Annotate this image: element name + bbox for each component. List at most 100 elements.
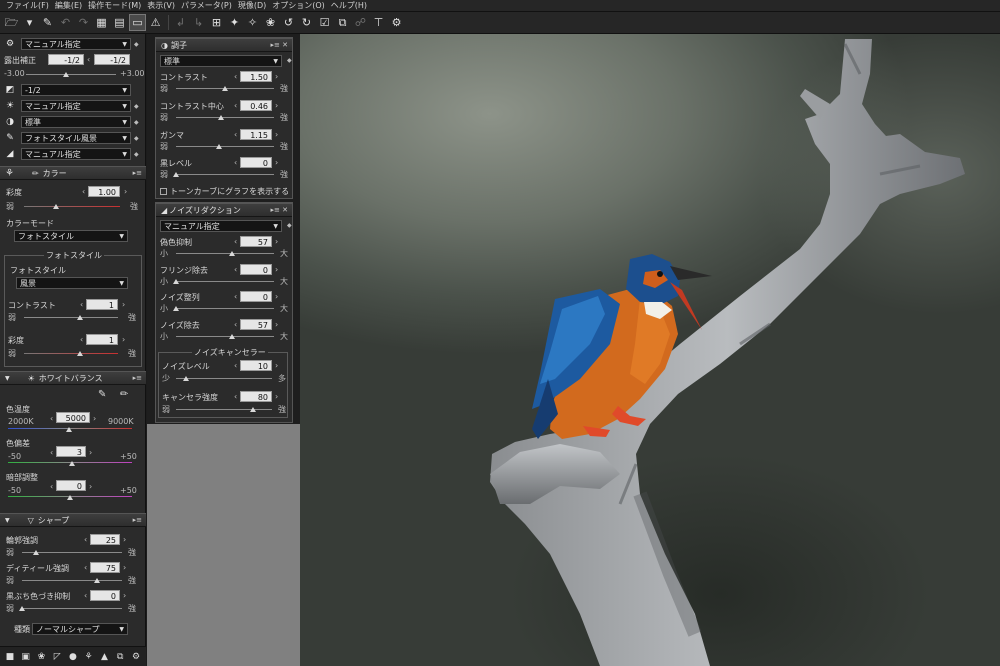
- canceller-strength-thumb[interactable]: [249, 407, 256, 412]
- tone-preset-dropdown[interactable]: 標準 ▼: [160, 55, 282, 67]
- tone-contrast-arrow-icon[interactable]: ‹: [234, 72, 237, 81]
- noise-level-arrow-icon[interactable]: ‹: [234, 361, 237, 370]
- noise-remove-arrow-right-icon[interactable]: ›: [275, 320, 278, 329]
- panel-close-icon[interactable]: ▸≡ ✕: [271, 206, 288, 214]
- lens-icon[interactable]: ▲: [97, 650, 111, 664]
- preset-dropdown[interactable]: マニュアル指定 ▼: [21, 38, 131, 50]
- style-contrast-arrow-icon[interactable]: ‹: [80, 300, 83, 309]
- false-color-thumb[interactable]: [228, 251, 235, 256]
- style-saturation-arrow-icon[interactable]: ‹: [80, 335, 83, 344]
- noise-level-value[interactable]: 10: [240, 360, 272, 371]
- color-panel-header[interactable]: ⚘ ✏ カラー ▸≡: [0, 166, 146, 180]
- panel-menu-icon[interactable]: ▸≡: [133, 516, 142, 524]
- black-level-arrow-icon[interactable]: ‹: [234, 158, 237, 167]
- open-icon[interactable]: 🗁: [3, 14, 20, 31]
- panel-menu-icon[interactable]: ▸≡: [133, 374, 142, 382]
- dust-icon[interactable]: ✧: [244, 14, 261, 31]
- exposure-arrow-icon[interactable]: ‹: [87, 55, 90, 64]
- saturation-thumb[interactable]: [52, 204, 59, 209]
- style-saturation-arrow-right-icon[interactable]: ›: [122, 335, 125, 344]
- contrast-center-value[interactable]: 0.46: [240, 100, 272, 111]
- nr-fringe-arrow-icon[interactable]: ‹: [234, 265, 237, 274]
- fringe-arrow-icon[interactable]: ‹: [84, 591, 87, 600]
- pin-icon[interactable]: ◆: [134, 135, 139, 142]
- black-level-value[interactable]: 0: [240, 157, 272, 168]
- temp-thumb[interactable]: [65, 427, 72, 432]
- menu-file[interactable]: ファイル(F): [3, 0, 52, 11]
- exposure-thumb[interactable]: [62, 72, 69, 77]
- tone-dropdown[interactable]: 標準 ▼: [21, 116, 131, 128]
- color-icon[interactable]: ❀: [34, 650, 48, 664]
- canceller-strength-arrow-right-icon[interactable]: ›: [275, 392, 278, 401]
- magic-wand-icon[interactable]: ✦: [226, 14, 243, 31]
- noise-shape-arrow-right-icon[interactable]: ›: [275, 292, 278, 301]
- style-dropdown[interactable]: フォトスタイル風景 ▼: [21, 132, 131, 144]
- nr-fringe-arrow-right-icon[interactable]: ›: [275, 265, 278, 274]
- pin-icon[interactable]: ◆: [134, 41, 139, 48]
- pin-icon[interactable]: ◆: [287, 222, 292, 229]
- fringe-thumb[interactable]: [19, 606, 25, 611]
- style-saturation-thumb[interactable]: [77, 351, 84, 356]
- rotate-left-icon[interactable]: ↲: [172, 14, 189, 31]
- style-contrast-thumb[interactable]: [77, 315, 84, 320]
- pin-icon[interactable]: ◆: [287, 57, 292, 64]
- filmstrip-view-icon[interactable]: ▤: [111, 14, 128, 31]
- gamma-arrow-right-icon[interactable]: ›: [275, 130, 278, 139]
- wb-eyedropper-icon[interactable]: ✎: [98, 389, 106, 400]
- single-view-icon[interactable]: ▭: [129, 14, 146, 31]
- menu-options[interactable]: オプション(O): [269, 0, 328, 11]
- tint-arrow-icon[interactable]: ‹: [50, 448, 53, 457]
- edge-value[interactable]: 25: [90, 534, 120, 545]
- pin-icon[interactable]: ◆: [134, 151, 139, 158]
- noise-remove-thumb[interactable]: [228, 334, 235, 339]
- sphere-icon[interactable]: ●: [66, 650, 80, 664]
- spot-icon[interactable]: ❀: [262, 14, 279, 31]
- edge-arrow-icon[interactable]: ‹: [84, 535, 87, 544]
- menu-help[interactable]: ヘルプ(H): [328, 0, 370, 11]
- black-level-thumb[interactable]: [173, 172, 179, 177]
- tone-contrast-value[interactable]: 1.50: [240, 71, 272, 82]
- warning-icon[interactable]: ⚠: [147, 14, 164, 31]
- noise-remove-arrow-icon[interactable]: ‹: [234, 320, 237, 329]
- saturation-arrow-right-icon[interactable]: ›: [124, 187, 127, 196]
- tint-arrow-right-icon[interactable]: ›: [89, 448, 92, 457]
- nr-fringe-thumb[interactable]: [173, 279, 179, 284]
- eyedropper-icon[interactable]: ✎: [39, 14, 56, 31]
- saturation-value[interactable]: 1.00: [88, 186, 120, 197]
- saturation-arrow-icon[interactable]: ‹: [82, 187, 85, 196]
- menu-edit[interactable]: 編集(E): [52, 0, 85, 11]
- noise-remove-value[interactable]: 57: [240, 319, 272, 330]
- canceller-strength-arrow-icon[interactable]: ‹: [234, 392, 237, 401]
- temp-arrow-icon[interactable]: ‹: [50, 414, 53, 423]
- tone-contrast-thumb[interactable]: [222, 86, 228, 91]
- style-contrast-value[interactable]: 1: [86, 299, 118, 310]
- menu-parameter[interactable]: パラメータ(P): [178, 0, 235, 11]
- wb-dropdown[interactable]: マニュアル指定 ▼: [21, 100, 131, 112]
- sharp-dropdown[interactable]: マニュアル指定 ▼: [21, 148, 131, 160]
- edge-thumb[interactable]: [33, 550, 39, 555]
- tint-value[interactable]: 3: [56, 446, 86, 457]
- fullscreen-icon[interactable]: ⧉: [113, 650, 127, 664]
- style-contrast-arrow-right-icon[interactable]: ›: [122, 300, 125, 309]
- check-icon[interactable]: ☑: [316, 14, 333, 31]
- panel-menu-icon[interactable]: ▸≡: [133, 169, 142, 177]
- nr-fringe-value[interactable]: 0: [240, 264, 272, 275]
- contrast-center-arrow-right-icon[interactable]: ›: [275, 101, 278, 110]
- tone-icon[interactable]: ↺: [280, 14, 297, 31]
- menu-view[interactable]: 表示(V): [144, 0, 178, 11]
- detail-arrow-right-icon[interactable]: ›: [123, 563, 126, 572]
- grid-view-icon[interactable]: ▦: [93, 14, 110, 31]
- text-icon[interactable]: ⊤: [370, 14, 387, 31]
- detail-value[interactable]: 75: [90, 562, 120, 573]
- gamma-value[interactable]: 1.15: [240, 129, 272, 140]
- image-preview[interactable]: [300, 34, 1000, 666]
- wb-eyedropper-gray-icon[interactable]: ✏: [120, 389, 128, 400]
- noise-shape-thumb[interactable]: [173, 306, 179, 311]
- nr-preset-dropdown[interactable]: マニュアル指定 ▼: [160, 220, 282, 232]
- rotate-right-icon[interactable]: ↳: [190, 14, 207, 31]
- detail-arrow-icon[interactable]: ‹: [84, 563, 87, 572]
- tone-curve-icon[interactable]: ◸: [50, 650, 64, 664]
- false-color-arrow-icon[interactable]: ‹: [234, 237, 237, 246]
- fringe-value[interactable]: 0: [90, 590, 120, 601]
- pin-icon[interactable]: ◆: [134, 119, 139, 126]
